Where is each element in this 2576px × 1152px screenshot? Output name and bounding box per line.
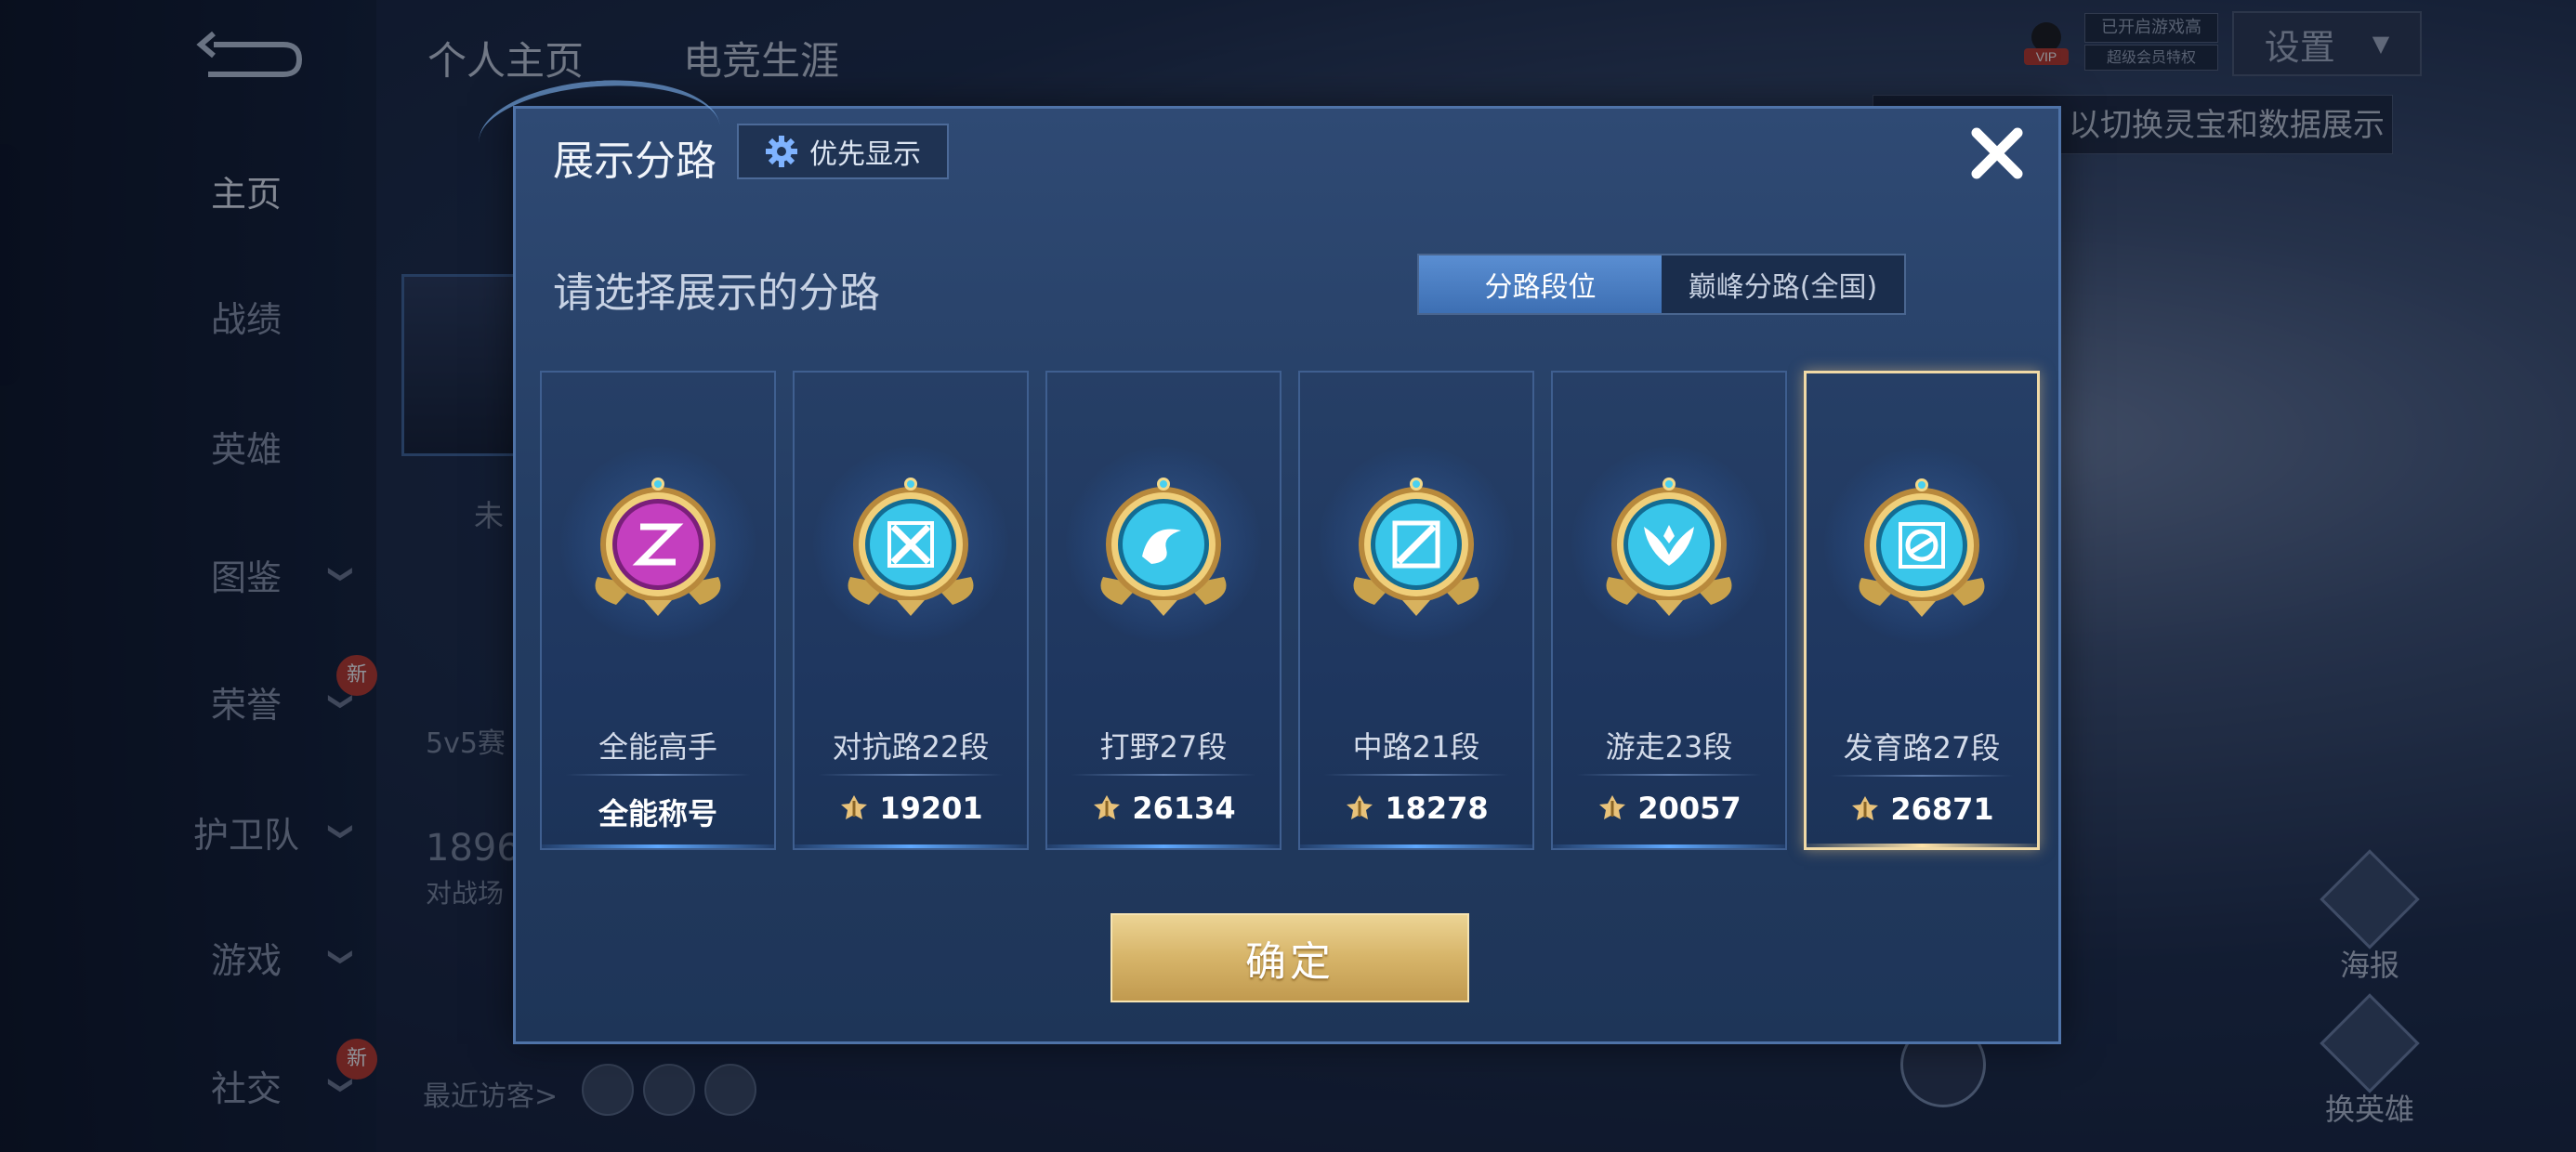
dialog-subtitle: 请选择展示的分路 [553, 269, 880, 317]
mid-lane-badge-icon [1319, 447, 1514, 642]
gear-icon [766, 136, 797, 167]
lane-card-clash-lane[interactable]: 对抗路22段 19201 [793, 371, 1029, 850]
priority-display-button[interactable]: 优先显示 [737, 124, 949, 179]
lane-name: 游走23段 [1605, 729, 1733, 765]
lane-score: 26134 [1047, 791, 1280, 826]
tab-lane-rank[interactable]: 分路段位 [1419, 255, 1662, 313]
lane-score-value: 20057 [1637, 791, 1741, 826]
all-round-badge-icon [560, 447, 756, 642]
divider [1071, 774, 1255, 776]
divider [819, 774, 1003, 776]
lane-card-roam[interactable]: 游走23段 20057 [1551, 371, 1787, 850]
score-icon [1597, 792, 1628, 824]
lane-score: 全能称号 [542, 791, 774, 833]
lane-name: 对抗路22段 [832, 729, 990, 765]
view-toggle: 分路段位 巅峰分路(全国) [1417, 254, 1906, 315]
lane-name: 中路21段 [1352, 729, 1480, 765]
confirm-button[interactable]: 确定 [1111, 913, 1469, 1002]
farm-lane-badge-icon [1824, 448, 2019, 643]
roam-badge-icon [1571, 447, 1767, 642]
lane-score-value: 26871 [1890, 792, 1994, 827]
clash-lane-badge-icon [813, 447, 1008, 642]
lane-card-all-round[interactable]: 全能高手 全能称号 [540, 371, 776, 850]
lane-name: 发育路27段 [1843, 730, 2001, 766]
lane-score-value: 19201 [879, 791, 983, 826]
lane-score: 18278 [1300, 791, 1532, 826]
priority-display-label: 优先显示 [809, 138, 921, 171]
lane-card-list: 全能高手 全能称号 对抗路22段 19201 打野27段 26134 中路21段… [540, 371, 2064, 956]
lane-name: 打野27段 [1099, 729, 1228, 765]
score-icon [838, 792, 870, 824]
score-icon [1849, 793, 1881, 825]
lane-score: 19201 [795, 791, 1027, 826]
lane-card-mid-lane[interactable]: 中路21段 18278 [1298, 371, 1534, 850]
close-icon[interactable] [1964, 120, 2031, 187]
lane-display-dialog: 展示分路 优先显示 请选择展示的分路 分路段位 巅峰分路(全国) 全能高手 全能… [513, 106, 2061, 1044]
lane-score-value: 26134 [1132, 791, 1236, 826]
lane-score-value: 全能称号 [598, 796, 717, 831]
divider [1831, 775, 2013, 777]
jungle-badge-icon [1066, 447, 1261, 642]
divider [1324, 774, 1508, 776]
lane-score: 20057 [1553, 791, 1785, 826]
dialog-title: 展示分路 [553, 137, 716, 185]
score-icon [1091, 792, 1123, 824]
tab-peak-lane-national[interactable]: 巅峰分路(全国) [1662, 255, 1904, 313]
score-icon [1344, 792, 1375, 824]
lane-name: 全能高手 [598, 729, 717, 765]
lane-card-farm-lane[interactable]: 发育路27段 26871 [1804, 371, 2040, 850]
lane-card-jungle[interactable]: 打野27段 26134 [1045, 371, 1281, 850]
lane-score: 26871 [1807, 792, 2037, 827]
lane-score-value: 18278 [1385, 791, 1489, 826]
divider [1577, 774, 1761, 776]
divider [566, 774, 750, 776]
